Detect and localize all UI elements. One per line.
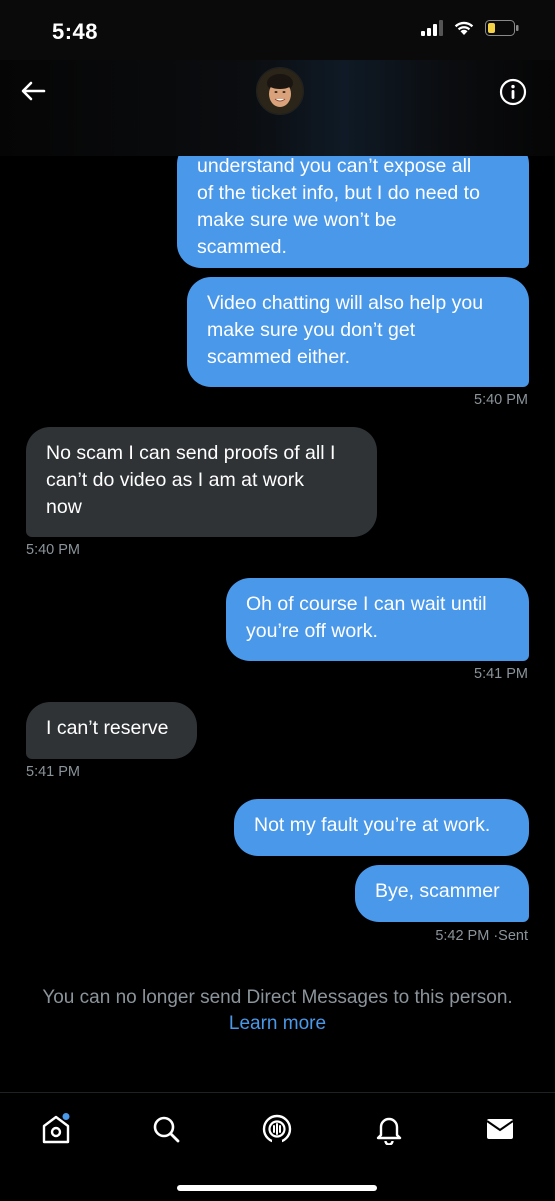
- message-bubble-outgoing[interactable]: Video chatting will also help you make s…: [187, 277, 529, 387]
- message-timestamp: 5:41 PM: [474, 666, 528, 682]
- message-line: Not my fault you’re at work.: [254, 814, 491, 836]
- message-timestamp: 5:40 PM: [474, 392, 528, 408]
- home-icon: [42, 1113, 70, 1144]
- message-line: now: [46, 496, 82, 518]
- message-line: scammed.: [197, 236, 287, 258]
- conversation-header: [0, 60, 555, 156]
- bell-icon: [376, 1117, 402, 1145]
- envelope-icon: [486, 1119, 514, 1139]
- message-line: make sure you don’t get: [207, 319, 416, 341]
- message-line: Video chatting will also help you: [207, 292, 484, 314]
- message-line: make sure we won’t be: [197, 209, 397, 231]
- message-line: scammed either.: [207, 346, 351, 368]
- tab-notifications[interactable]: [371, 1111, 407, 1147]
- search-icon: [153, 1116, 180, 1143]
- dm-restricted-notice: You can no longer send Direct Messages t…: [0, 985, 555, 1037]
- message-line: No scam I can send proofs of all I: [46, 442, 336, 464]
- message-bubble-outgoing[interactable]: Not my fault you’re at work.: [234, 799, 529, 856]
- message-line: can’t do video as I am at work: [46, 469, 304, 491]
- home-indicator: [177, 1185, 377, 1191]
- message-timestamp: 5:40 PM: [26, 542, 80, 558]
- status-icons: [421, 20, 519, 36]
- tab-spaces[interactable]: [259, 1111, 295, 1147]
- info-button[interactable]: [499, 78, 527, 106]
- tab-search[interactable]: [148, 1111, 184, 1147]
- learn-more-link[interactable]: Learn more: [0, 1011, 555, 1037]
- notice-text: You can no longer send Direct Messages t…: [42, 987, 513, 1008]
- info-icon: [499, 78, 527, 106]
- message-bubble-outgoing[interactable]: Oh of course I can wait until you’re off…: [226, 578, 529, 661]
- message-line: Oh of course I can wait until: [246, 593, 487, 615]
- message-bubble-outgoing[interactable]: Bye, scammer: [355, 865, 529, 922]
- arrow-left-icon: [21, 81, 46, 101]
- status-bar: 5:48: [0, 0, 555, 60]
- message-bubble-outgoing[interactable]: understand you can’t expose all of the t…: [177, 140, 529, 268]
- message-line: you’re off work.: [246, 620, 378, 642]
- avatar[interactable]: [256, 67, 304, 115]
- tab-messages[interactable]: [482, 1111, 518, 1147]
- wifi-icon: [454, 21, 474, 35]
- spaces-icon: [262, 1114, 292, 1145]
- back-button[interactable]: [18, 76, 48, 106]
- message-line: understand you can’t expose all: [197, 155, 472, 177]
- tab-home[interactable]: [38, 1111, 74, 1147]
- status-time: 5:48: [52, 19, 99, 44]
- message-line: of the ticket info, but I do need to: [197, 182, 480, 204]
- message-bubble-incoming[interactable]: I can’t reserve: [26, 702, 197, 759]
- avatar-image: [257, 68, 303, 114]
- battery-icon: [485, 20, 519, 36]
- message-bubble-incoming[interactable]: No scam I can send proofs of all I can’t…: [26, 427, 377, 537]
- message-line: Bye, scammer: [375, 880, 500, 902]
- message-line: I can’t reserve: [46, 717, 169, 739]
- message-timestamp-sent: 5:42 PM ·Sent: [435, 928, 528, 944]
- cellular-signal-icon: [421, 20, 443, 36]
- message-timestamp: 5:41 PM: [26, 764, 80, 780]
